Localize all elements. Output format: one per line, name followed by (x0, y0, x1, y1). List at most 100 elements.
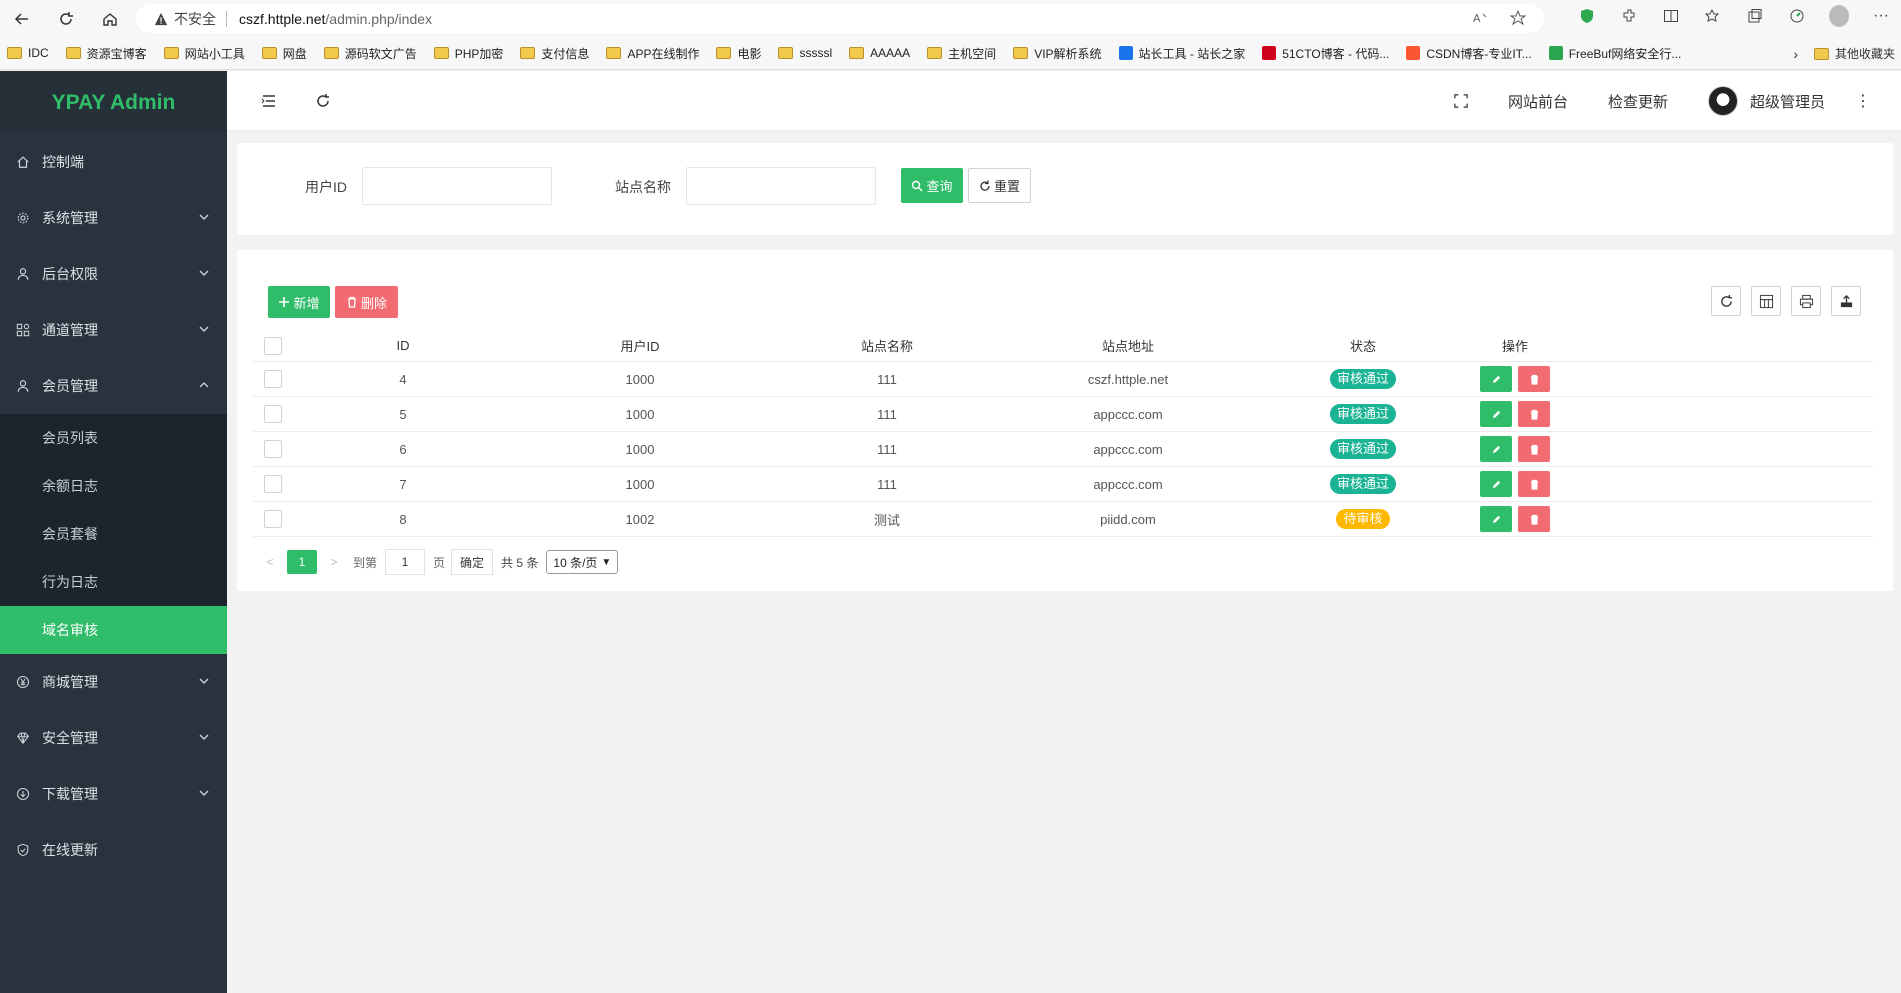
table-export-button[interactable] (1831, 286, 1861, 316)
back-icon[interactable] (10, 7, 34, 31)
folder-icon (716, 47, 732, 59)
bookmark-item[interactable]: 支付信息 (520, 45, 589, 62)
sidebar-item-label: 安全管理 (42, 730, 98, 746)
submenu-item[interactable]: 会员列表 (0, 414, 227, 462)
favorite-star-icon[interactable] (1509, 9, 1527, 26)
bookmark-label: FreeBuf网络安全行... (1568, 46, 1682, 61)
table-columns-button[interactable] (1751, 286, 1781, 316)
reload-icon[interactable] (54, 7, 78, 31)
sidebar-item[interactable]: 在线更新 (0, 822, 227, 878)
other-bookmarks[interactable]: › 其他收藏夹 (1793, 37, 1901, 69)
bookmark-item[interactable]: sssssl (778, 46, 832, 60)
submenu-item[interactable]: 行为日志 (0, 558, 227, 606)
status-badge: 审核通过 (1329, 404, 1396, 424)
read-aloud-icon[interactable]: A (1472, 10, 1488, 26)
refresh-icon[interactable] (315, 93, 331, 109)
performance-icon[interactable] (1787, 6, 1807, 26)
sidebar-item[interactable]: 系统管理 (0, 190, 227, 246)
sidebar-item[interactable]: 会员管理 (0, 358, 227, 414)
bookmark-item[interactable]: VIP解析系统 (1013, 45, 1102, 62)
bookmark-item[interactable]: APP在线制作 (606, 45, 699, 62)
bookmark-item[interactable]: CSDN博客-专业IT... (1406, 45, 1532, 62)
row-checkbox[interactable] (264, 475, 282, 493)
profile-icon[interactable] (1829, 5, 1849, 27)
cell-site-name: 111 (877, 441, 897, 457)
row-checkbox[interactable] (264, 370, 282, 388)
home-browser-icon[interactable] (98, 7, 122, 31)
folder-icon (927, 47, 943, 59)
row-checkbox[interactable] (264, 440, 282, 458)
submenu-item[interactable]: 余额日志 (0, 462, 227, 510)
shield-extension-icon[interactable] (1577, 6, 1597, 26)
delete-row-button[interactable] (1518, 366, 1550, 392)
app-logo[interactable]: YPAY Admin (0, 71, 227, 134)
sidebar-item[interactable]: 控制端 (0, 134, 227, 190)
table-refresh-button[interactable] (1711, 286, 1741, 316)
cell-site-name: 111 (877, 476, 897, 492)
bookmark-item[interactable]: 主机空间 (927, 45, 996, 62)
edit-button[interactable] (1480, 401, 1512, 427)
table-print-button[interactable] (1791, 286, 1821, 316)
avatar[interactable] (1707, 86, 1738, 116)
goto-confirm-button[interactable]: 确定 (451, 549, 494, 575)
page-size-select[interactable]: 10 条/页 ▼ (546, 550, 619, 574)
status-badge: 待审核 (1336, 509, 1390, 529)
bookmark-item[interactable]: 站长工具 - 站长之家 (1118, 45, 1245, 62)
bookmark-item[interactable]: PHP加密 (433, 45, 503, 62)
bookmark-item[interactable]: 51CTO博客 - 代码... (1262, 45, 1389, 62)
favorites-icon[interactable] (1703, 6, 1723, 26)
sidebar-item[interactable]: 商城管理 (0, 654, 227, 710)
prev-page-icon[interactable]: < (261, 555, 279, 569)
site-name-input[interactable] (686, 167, 876, 205)
bookmark-item[interactable]: 资源宝博客 (65, 45, 147, 62)
bookmark-item[interactable]: 网盘 (261, 45, 307, 62)
sidebar-item[interactable]: 安全管理 (0, 710, 227, 766)
edit-button[interactable] (1480, 506, 1512, 532)
sidebar-item[interactable]: 下载管理 (0, 766, 227, 822)
edit-button[interactable] (1480, 366, 1512, 392)
username[interactable]: 超级管理员 (1750, 91, 1825, 112)
site-front-link[interactable]: 网站前台 (1508, 91, 1568, 112)
row-checkbox[interactable] (264, 405, 282, 423)
add-button[interactable]: 新增 (268, 286, 330, 318)
bookmark-item[interactable]: 网站小工具 (163, 45, 245, 62)
sidebar-item[interactable]: 后台权限 (0, 246, 227, 302)
bookmark-item[interactable]: AAAAA (849, 46, 910, 60)
page-size-value: 10 条/页 (553, 555, 598, 570)
delete-row-button[interactable] (1518, 506, 1550, 532)
settings-more-icon[interactable]: ··· (1871, 6, 1891, 26)
next-page-icon[interactable]: > (325, 555, 343, 569)
select-all-checkbox[interactable] (264, 336, 282, 355)
bookmark-label: 网站小工具 (184, 46, 245, 61)
chevron-right-icon[interactable]: › (1793, 46, 1798, 62)
check-update-link[interactable]: 检查更新 (1608, 91, 1668, 112)
bookmark-item[interactable]: IDC (7, 46, 49, 60)
bookmark-label: 电影 (737, 46, 762, 61)
user-id-input[interactable] (362, 167, 552, 205)
more-vertical-icon[interactable]: ⋮ (1855, 91, 1871, 111)
split-screen-icon[interactable] (1661, 6, 1681, 26)
edit-button[interactable] (1480, 436, 1512, 462)
bookmark-item[interactable]: 电影 (716, 45, 761, 62)
sidebar-item[interactable]: 通道管理 (0, 302, 227, 358)
page-input[interactable]: 1 (385, 549, 426, 575)
reset-button[interactable]: 重置 (968, 168, 1031, 203)
query-button[interactable]: 查询 (901, 168, 963, 203)
bookmark-item[interactable]: FreeBuf网络安全行... (1548, 45, 1682, 62)
delete-row-button[interactable] (1518, 436, 1550, 462)
menu-toggle-icon[interactable] (261, 93, 277, 109)
collections-icon[interactable] (1745, 6, 1765, 26)
address-bar[interactable]: 不安全 cszf.httple.net/admin.php/index A (136, 4, 1544, 33)
edit-button[interactable] (1480, 471, 1512, 497)
column-header: 用户ID (620, 339, 660, 354)
bookmark-item[interactable]: 源码软文广告 (323, 45, 417, 62)
delete-row-button[interactable] (1518, 471, 1550, 497)
current-page[interactable]: 1 (287, 550, 317, 574)
row-checkbox[interactable] (264, 510, 282, 528)
submenu-item[interactable]: 会员套餐 (0, 510, 227, 558)
fullscreen-icon[interactable] (1454, 94, 1468, 108)
extensions-icon[interactable] (1619, 6, 1639, 26)
submenu-item[interactable]: 域名审核 (0, 606, 227, 654)
delete-row-button[interactable] (1518, 401, 1550, 427)
delete-button[interactable]: 删除 (335, 286, 398, 318)
